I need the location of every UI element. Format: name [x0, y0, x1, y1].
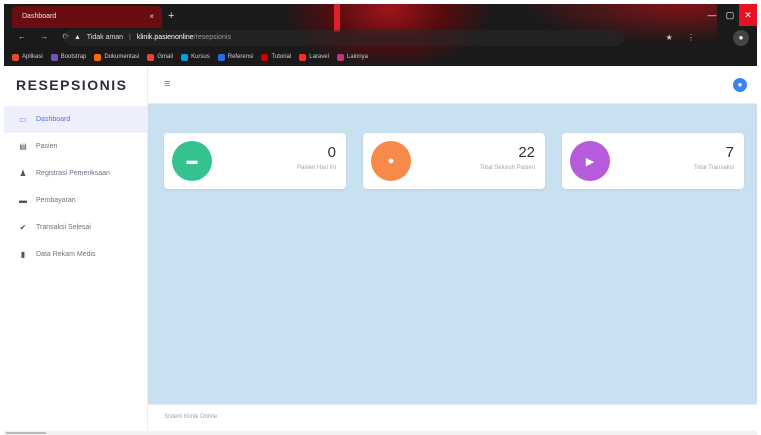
horizontal-scrollbar[interactable] [4, 431, 757, 435]
hamburger-menu-icon[interactable]: ≡ [164, 78, 170, 90]
bookmark-item[interactable]: Referensi [217, 53, 254, 61]
user-icon: ♟ [19, 169, 27, 178]
sidebar-item-label: Data Rekam Medis [36, 251, 96, 258]
sidebar-item-data-rekam-medis[interactable]: ▮ Data Rekam Medis [4, 241, 147, 268]
bookmark-label: Tutorial [271, 54, 292, 60]
bookmark-item[interactable]: Bootstrap [50, 53, 87, 61]
stat-icon: ▶ [570, 141, 610, 181]
bookmark-label: Gmail [157, 54, 174, 60]
scrollbar-thumb[interactable] [6, 432, 46, 434]
tab-title: Dashboard [22, 13, 57, 20]
sidebar-item-label: Dashboard [36, 116, 71, 123]
bookmark-item[interactable]: Tutorial [261, 53, 292, 61]
maximize-button[interactable]: ▢ [721, 4, 739, 26]
url-path: /resepsionis [193, 34, 231, 41]
money-icon: ▬ [19, 196, 27, 205]
address-row: ← → ⟳ ▲ Tidak aman | klinik.pasienonline… [4, 28, 757, 48]
bookmark-favicon-icon [217, 53, 225, 61]
window-controls: — ▢ ✕ [703, 4, 757, 26]
topbar: ≡ ● [148, 66, 757, 104]
sidebar-item-label: Transaksi Selesai [36, 224, 91, 231]
warning-icon: ▲ [74, 34, 81, 41]
bookmark-label: Referensi [227, 54, 254, 60]
bookmark-label: Aplikasi [22, 54, 43, 60]
bookmark-item[interactable]: Gmail [147, 53, 174, 61]
sidebar-item-registrasi-pemeriksaan[interactable]: ♟ Registrasi Pemeriksaan [4, 160, 147, 187]
bookmark-item[interactable]: Aplikasi [12, 53, 43, 61]
bookmark-item[interactable]: Kursus [181, 53, 210, 61]
stat-value: 22 [518, 144, 535, 161]
stat-label: Total Transaksi [693, 165, 734, 171]
sidebar-item-pembayaran[interactable]: ▬ Pembayaran [4, 187, 147, 214]
stat-label: Total Seluruh Pasien [479, 165, 535, 171]
bookmark-favicon-icon [299, 53, 307, 61]
bookmark-favicon-icon [94, 53, 102, 61]
separator: | [129, 34, 131, 41]
bookmark-item[interactable]: Laravel [299, 53, 329, 61]
sidebar-item-label: Pasien [36, 143, 58, 150]
extensions-icons[interactable]: ★ ⋮ [666, 33, 701, 42]
address-bar[interactable]: ▲ Tidak aman | klinik.pasienonline/resep… [64, 30, 624, 46]
bookmark-label: Dokumentasi [104, 54, 140, 60]
sidebar-item-pasien[interactable]: ▤ Pasien [4, 133, 147, 160]
bookmarks-bar: Aplikasi Bootstrap Dokumentasi Gmail Kursus R… [4, 48, 757, 66]
stat-icon: ▬ [172, 141, 212, 181]
stat-value: 7 [725, 144, 734, 161]
new-tab-button[interactable]: + [168, 10, 174, 22]
bookmark-label: Bootstrap [60, 54, 87, 60]
minimize-button[interactable]: — [703, 4, 721, 26]
bookmark-favicon-icon [336, 53, 344, 61]
sidebar-menu: ▭ Dashboard ▤ Pasien ♟ Registrasi Pemeriksaan… [4, 106, 147, 268]
browser-chrome: Dashboard × + — ▢ ✕ ← → ⟳ ▲ Tidak aman |… [4, 4, 757, 66]
bookmark-label: Laravel [309, 54, 329, 60]
sidebar: RESEPSIONIS ▭ Dashboard ▤ Pasien ♟ Registrasi… [4, 66, 148, 431]
sidebar-item-label: Pembayaran [36, 197, 76, 204]
card-total-pasien[interactable]: ● 22 Total Seluruh Pasien [363, 133, 545, 189]
brand-title: RESEPSIONIS [16, 77, 128, 93]
footer-text: Sistem Klinik Online [164, 414, 218, 420]
browser-tab[interactable]: Dashboard × [12, 6, 162, 28]
bookmark-item[interactable]: Lainnya [336, 53, 368, 61]
app: RESEPSIONIS ▭ Dashboard ▤ Pasien ♟ Registrasi… [4, 66, 757, 431]
sidebar-item-dashboard[interactable]: ▭ Dashboard [4, 106, 147, 133]
tab-close-icon[interactable]: × [149, 6, 154, 28]
bookmark-favicon-icon [147, 53, 155, 61]
stat-label: Pasien Hari Ini [296, 165, 336, 171]
sidebar-item-transaksi-selesai[interactable]: ✔ Transaksi Selesai [4, 214, 147, 241]
bookmark-favicon-icon [50, 53, 58, 61]
check-icon: ✔ [19, 223, 27, 232]
sidebar-item-label: Registrasi Pemeriksaan [36, 170, 110, 177]
bookmark-label: Lainnya [346, 54, 368, 60]
security-text: Tidak aman [86, 34, 124, 41]
stat-icon: ● [371, 141, 411, 181]
stat-value: 0 [327, 144, 336, 161]
list-icon: ▤ [19, 142, 27, 151]
footer: Sistem Klinik Online [148, 404, 757, 431]
main-content: ▬ 0 Pasien Hari Ini ● 22 Total Seluruh Pasien… [148, 104, 757, 404]
profile-icon[interactable]: ● [733, 30, 749, 46]
bookmark-item[interactable]: Dokumentasi [94, 53, 140, 61]
bookmark-favicon-icon [12, 53, 19, 61]
close-window-button[interactable]: ✕ [739, 4, 757, 26]
bookmark-favicon-icon [261, 53, 269, 61]
card-pasien-hari-ini[interactable]: ▬ 0 Pasien Hari Ini [164, 133, 346, 189]
bookmark-label: Kursus [191, 54, 210, 60]
bookmark-favicon-icon [181, 53, 189, 61]
card-total-transaksi[interactable]: ▶ 7 Total Transaksi [562, 133, 744, 189]
file-icon: ▮ [20, 250, 26, 259]
url-host: klinik.pasienonline [136, 34, 194, 41]
monitor-icon: ▭ [19, 115, 27, 124]
user-account-icon[interactable]: ● [733, 78, 747, 92]
